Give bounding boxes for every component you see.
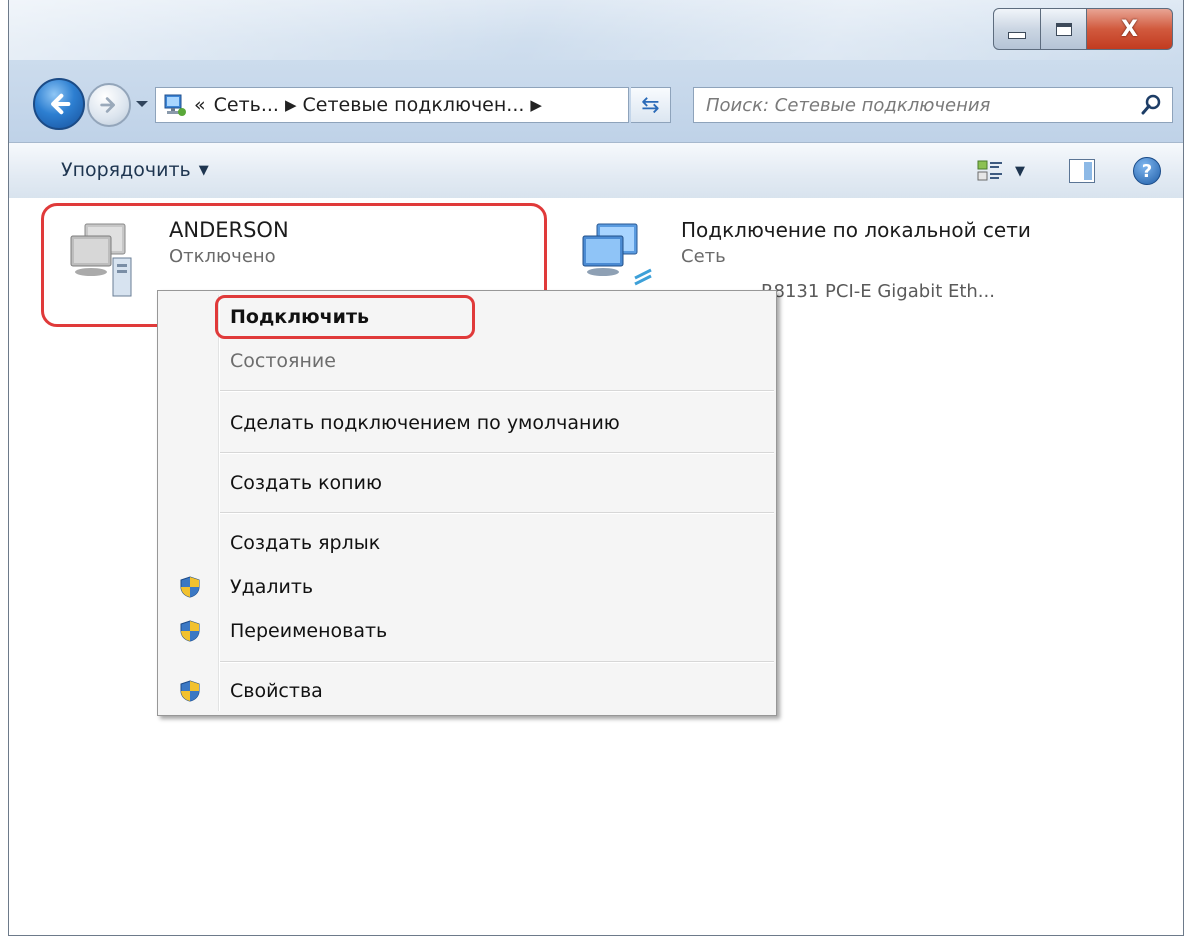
menu-item-rename[interactable]: Переименовать xyxy=(158,611,776,651)
forward-arrow-icon xyxy=(100,97,115,113)
uac-shield-icon xyxy=(180,620,200,642)
chevron-down-icon xyxy=(136,101,148,107)
menu-item-properties[interactable]: Свойства xyxy=(158,671,776,711)
refresh-icon: ⇆ xyxy=(641,92,660,118)
change-view-button[interactable]: ▼ xyxy=(977,159,1025,183)
minimize-button[interactable] xyxy=(993,8,1041,50)
connection-name: Подключение по локальной сети xyxy=(681,218,1031,242)
menu-item-label: Подключить xyxy=(230,306,369,328)
help-icon: ? xyxy=(1141,160,1153,182)
connection-status: Отключено xyxy=(169,246,276,267)
menu-item-create-shortcut[interactable]: Создать ярлык xyxy=(158,523,776,563)
breadcrumb-network[interactable]: Сеть... xyxy=(214,94,279,116)
preview-pane-button[interactable] xyxy=(1069,159,1095,183)
menu-item-connect[interactable]: Подключить xyxy=(158,297,776,337)
menu-separator xyxy=(220,390,774,392)
menu-item-label: Создать ярлык xyxy=(230,532,381,554)
search-box xyxy=(693,87,1173,123)
search-input[interactable] xyxy=(694,93,1138,117)
recent-pages-button[interactable] xyxy=(133,95,151,113)
menu-item-create-copy[interactable]: Создать копию xyxy=(158,463,776,503)
caption-buttons: X xyxy=(993,8,1173,50)
breadcrumb-separator-icon[interactable]: ▶ xyxy=(530,96,542,114)
menu-item-label: Сделать подключением по умолчанию xyxy=(230,412,620,434)
refresh-button[interactable]: ⇆ xyxy=(631,87,671,123)
disconnected-network-icon xyxy=(70,223,132,297)
close-icon: X xyxy=(1121,16,1138,42)
menu-item-label: Создать копию xyxy=(230,472,382,494)
close-button[interactable]: X xyxy=(1087,8,1173,50)
menu-item-delete[interactable]: Удалить xyxy=(158,567,776,607)
connection-item-anderson[interactable]: ANDERSON Отключено xyxy=(67,218,289,300)
navigation-bar: « Сеть... ▶ Сетевые подключен... ▶ ⇆ xyxy=(9,78,1183,130)
address-overflow-chevron[interactable]: « xyxy=(194,94,206,116)
network-folder-icon xyxy=(164,94,186,116)
context-menu: Подключить Состояние Сделать подключение… xyxy=(157,290,777,716)
command-bar: Упорядочить ▼ ▼ ? xyxy=(9,142,1183,200)
organize-label: Упорядочить xyxy=(61,159,191,181)
breadcrumb-network-connections[interactable]: Сетевые подключен... xyxy=(303,94,525,116)
uac-shield-icon xyxy=(180,576,200,598)
chevron-down-icon: ▼ xyxy=(1015,163,1025,179)
back-button[interactable] xyxy=(33,78,85,130)
forward-button[interactable] xyxy=(87,83,131,127)
menu-separator xyxy=(220,512,774,514)
back-arrow-icon xyxy=(51,93,71,115)
connection-name: ANDERSON xyxy=(169,218,289,242)
menu-item-set-default[interactable]: Сделать подключением по умолчанию xyxy=(158,403,776,443)
connection-adapter: R8131 PCI-E Gigabit Eth... xyxy=(761,281,995,302)
view-details-icon xyxy=(977,160,1002,181)
help-button[interactable]: ? xyxy=(1133,157,1161,185)
address-bar[interactable]: « Сеть... ▶ Сетевые подключен... ▶ xyxy=(155,87,629,123)
menu-separator xyxy=(220,661,774,663)
connection-status: Сеть xyxy=(681,246,726,267)
menu-item-label: Свойства xyxy=(230,680,323,702)
menu-item-label: Переименовать xyxy=(230,620,388,642)
network-connection-icon xyxy=(582,223,652,286)
menu-separator xyxy=(220,452,774,454)
menu-item-label: Состояние xyxy=(230,350,336,372)
menu-item-status: Состояние xyxy=(158,341,776,381)
menu-item-label: Удалить xyxy=(230,576,314,598)
maximize-icon xyxy=(1055,22,1072,36)
chevron-down-icon: ▼ xyxy=(198,162,209,178)
uac-shield-icon xyxy=(180,680,200,702)
search-icon[interactable] xyxy=(1138,92,1164,118)
organize-button[interactable]: Упорядочить ▼ xyxy=(61,159,209,181)
minimize-icon xyxy=(1008,31,1026,39)
breadcrumb-separator-icon[interactable]: ▶ xyxy=(285,96,297,114)
maximize-button[interactable] xyxy=(1041,8,1087,50)
